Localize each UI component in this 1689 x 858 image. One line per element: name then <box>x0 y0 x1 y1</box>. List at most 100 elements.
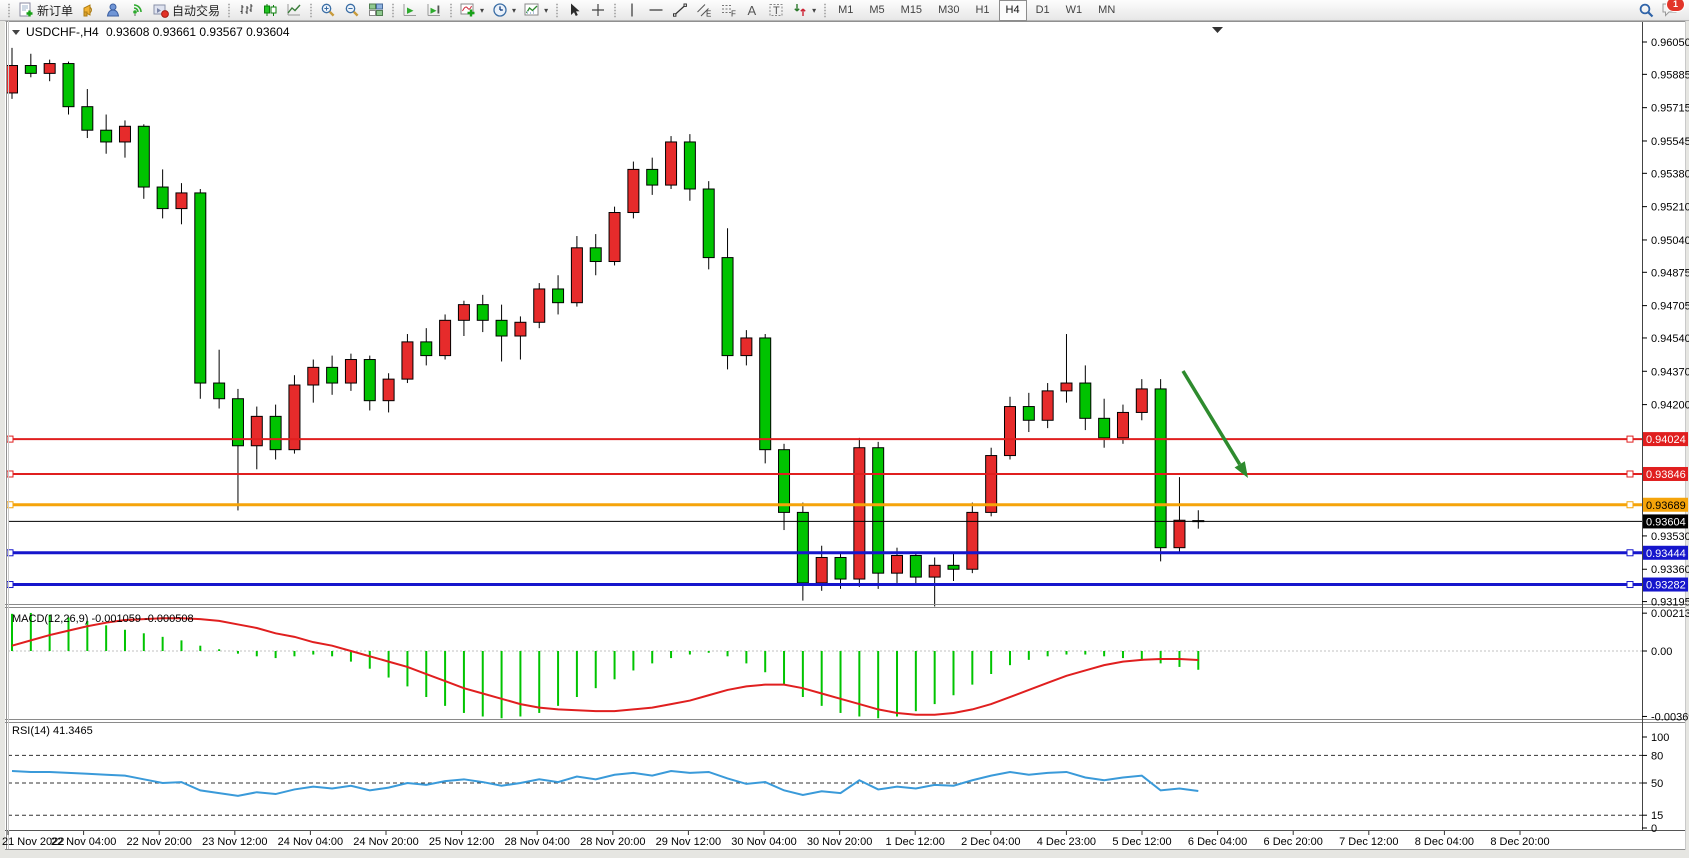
vertical-line-button[interactable] <box>620 0 644 21</box>
periods-button[interactable]: ▾ <box>488 0 520 21</box>
candle-body <box>101 130 112 142</box>
price-label-text: 0.93689 <box>1646 500 1686 512</box>
rsi-axis-label: 15 <box>1651 810 1663 822</box>
price-tick-label: 0.94540 <box>1651 333 1689 345</box>
autotrading-label: 自动交易 <box>172 2 220 19</box>
bar-chart-button[interactable] <box>234 0 258 21</box>
candle-body <box>1117 412 1128 437</box>
new-order-icon <box>18 2 34 18</box>
time-tick-label: 6 Dec 20:00 <box>1264 836 1323 848</box>
market-watch-button[interactable] <box>101 0 125 21</box>
crosshair-icon <box>590 2 606 18</box>
timeframe-m5[interactable]: M5 <box>862 0 891 21</box>
time-tick-label: 4 Dec 23:00 <box>1037 836 1096 848</box>
svg-text:F: F <box>731 10 736 19</box>
timeframe-h1[interactable]: H1 <box>968 0 996 21</box>
chart-canvas[interactable]: MACD(12,26,9) -0.001059 -0.000508RSI(14)… <box>0 21 1689 850</box>
toolbar-grip[interactable] <box>7 3 11 18</box>
candle-body <box>929 565 940 577</box>
text-icon: A <box>744 2 760 18</box>
trendline-button[interactable] <box>668 0 692 21</box>
zoom-out-button[interactable] <box>340 0 364 21</box>
zoom-out-icon <box>344 2 360 18</box>
time-tick-label: 23 Nov 12:00 <box>202 836 267 848</box>
candle-body <box>308 367 319 385</box>
bar-chart-icon <box>238 2 254 18</box>
time-tick-label: 1 Dec 12:00 <box>886 836 945 848</box>
timeframe-w1[interactable]: W1 <box>1059 0 1090 21</box>
candle-body <box>797 512 808 583</box>
candle-body <box>609 213 620 262</box>
candle-body <box>1080 383 1091 418</box>
tile-windows-button[interactable] <box>364 0 388 21</box>
price-tick-label: 0.95380 <box>1651 168 1689 180</box>
timeframe-d1[interactable]: D1 <box>1029 0 1057 21</box>
chart-shift-button[interactable] <box>422 0 446 21</box>
notification-count-badge: 1 <box>1666 0 1685 12</box>
time-tick-label: 2 Dec 04:00 <box>961 836 1020 848</box>
cursor-button[interactable] <box>562 0 586 21</box>
toolbar-grip[interactable] <box>613 3 617 18</box>
tile-windows-icon <box>368 2 384 18</box>
vertical-line-icon <box>624 2 640 18</box>
auto-scroll-button[interactable] <box>398 0 422 21</box>
toolbar-grip[interactable] <box>449 3 453 18</box>
zoom-in-button[interactable] <box>316 0 340 21</box>
arrows-objects-button[interactable]: ▾ <box>788 0 820 21</box>
horizontal-line-button[interactable] <box>644 0 668 21</box>
price-tick-label: 0.93530 <box>1651 531 1689 543</box>
price-tick-label: 0.95210 <box>1651 202 1689 214</box>
time-tick-label: 22 Nov 20:00 <box>126 836 191 848</box>
text-label-button[interactable]: T <box>764 0 788 21</box>
rsi-axis-label: 100 <box>1651 732 1669 744</box>
toolbar-grip[interactable] <box>823 3 827 18</box>
fibonacci-button[interactable]: F <box>716 0 740 21</box>
candle-body <box>873 448 884 573</box>
candle-body <box>345 360 356 384</box>
crosshair-button[interactable] <box>586 0 610 21</box>
templates-button[interactable]: ▾ <box>520 0 552 21</box>
price-label-text: 0.93444 <box>1646 548 1686 560</box>
line-chart-button[interactable] <box>282 0 306 21</box>
candle-body <box>458 305 469 321</box>
toolbar-grip[interactable] <box>309 3 313 18</box>
timeframe-m15[interactable]: M15 <box>894 0 929 21</box>
toolbar-grip[interactable] <box>555 3 559 18</box>
price-tick-label: 0.94875 <box>1651 267 1689 279</box>
notifications-button[interactable]: 1 <box>1661 1 1679 20</box>
candle-body <box>364 360 375 401</box>
autotrading-button[interactable]: 自动交易 <box>149 0 224 21</box>
candle-body <box>1004 407 1015 456</box>
candlestick-chart-icon <box>262 2 278 18</box>
search-icon[interactable] <box>1638 2 1655 19</box>
equidistant-channel-button[interactable]: E <box>692 0 716 21</box>
candle-body <box>854 448 865 579</box>
line-handle <box>1627 471 1633 477</box>
timeframe-mn[interactable]: MN <box>1091 0 1122 21</box>
macd-axis-label: 0.002138 <box>1651 608 1689 620</box>
candle-body <box>647 169 658 185</box>
toolbar-grip[interactable] <box>227 3 231 18</box>
candlestick-chart-button[interactable] <box>258 0 282 21</box>
candle-body <box>816 557 827 582</box>
timeframe-m30[interactable]: M30 <box>931 0 966 21</box>
toolbar-grip[interactable] <box>391 3 395 18</box>
price-label-text: 0.94024 <box>1646 434 1686 446</box>
alerts-button[interactable] <box>77 0 101 21</box>
macd-label: MACD(12,26,9) -0.001059 -0.000508 <box>12 613 194 625</box>
candle-body <box>157 187 168 209</box>
timeframe-h4[interactable]: H4 <box>999 0 1027 21</box>
candle-body <box>948 565 959 569</box>
time-tick-label: 8 Dec 20:00 <box>1490 836 1549 848</box>
timeframe-m1[interactable]: M1 <box>831 0 860 21</box>
candle-body <box>176 193 187 209</box>
macd-axis-label: -0.003698 <box>1651 711 1689 723</box>
indicators-button[interactable]: ▾ <box>456 0 488 21</box>
text-button[interactable]: A <box>740 0 764 21</box>
candle-body <box>571 248 582 303</box>
signals-button[interactable] <box>125 0 149 21</box>
rsi-axis-label: 0 <box>1651 823 1657 835</box>
price-tick-label: 0.94370 <box>1651 366 1689 378</box>
new-order-button[interactable]: 新订单 <box>14 0 77 21</box>
rsi-axis-label: 50 <box>1651 778 1663 790</box>
